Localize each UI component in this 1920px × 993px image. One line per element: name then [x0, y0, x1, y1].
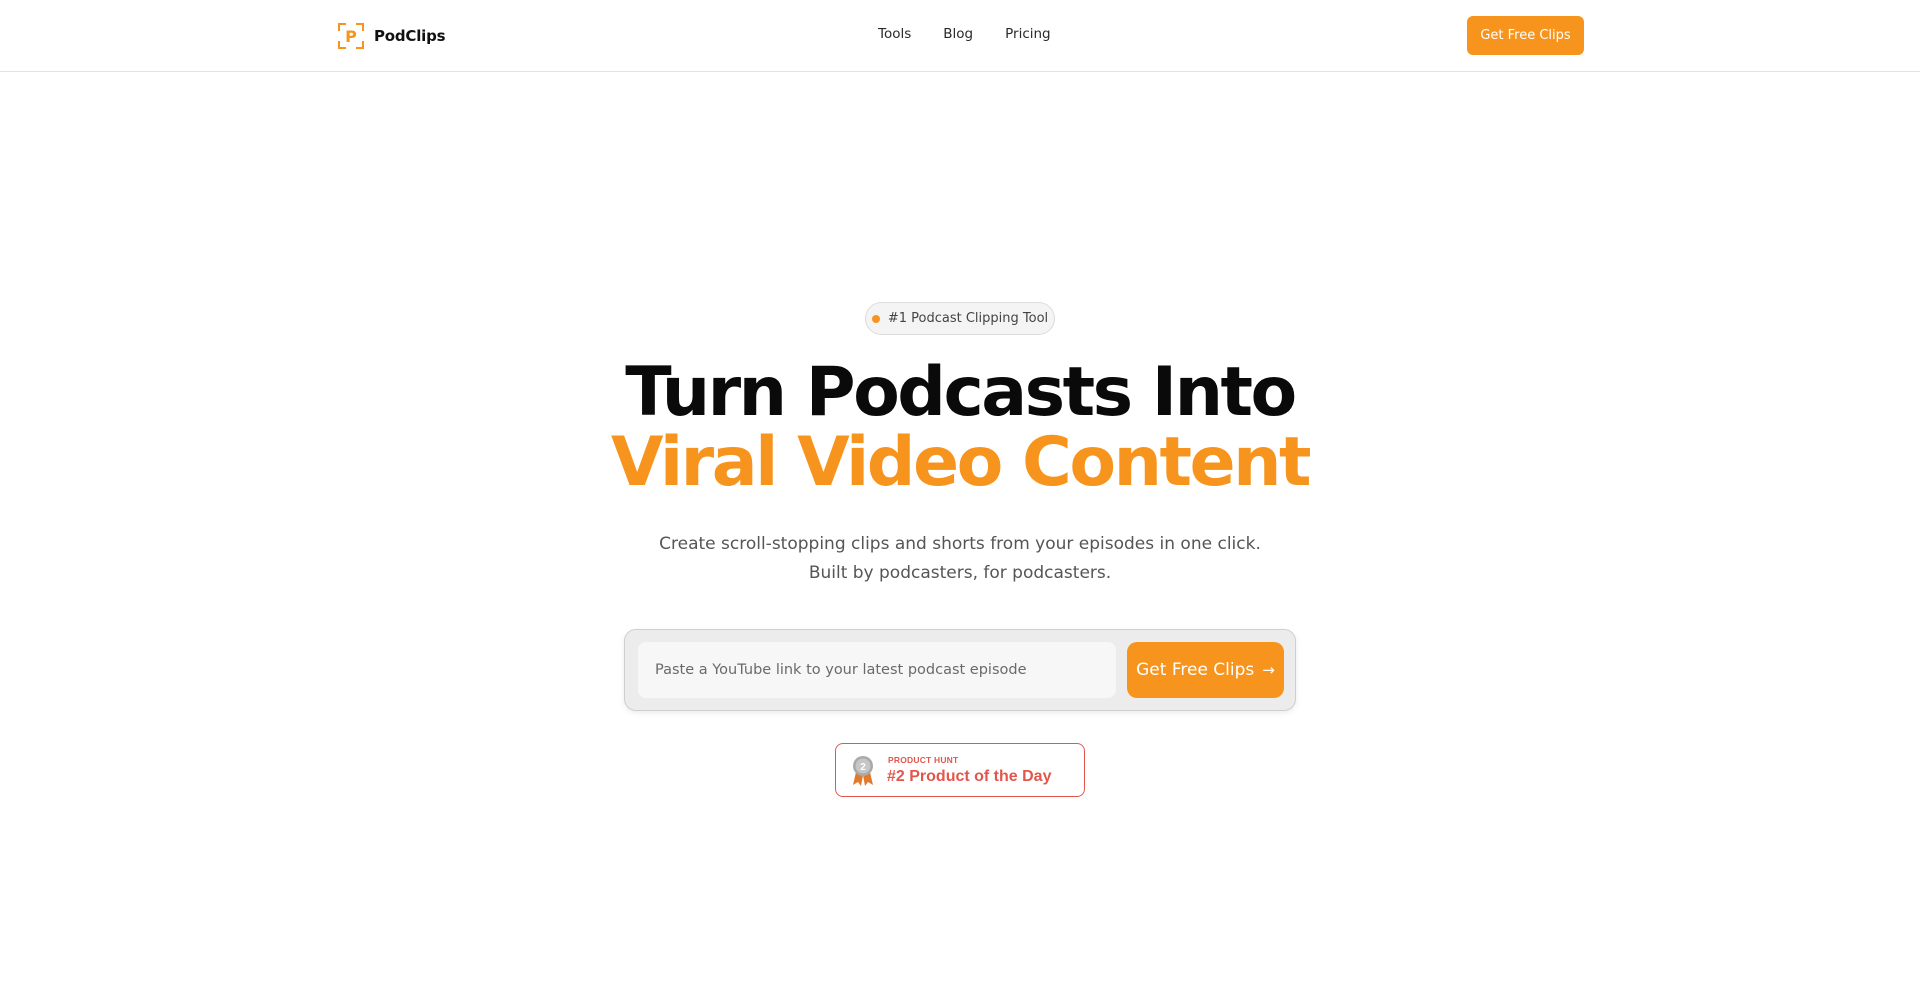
svg-text:2: 2 — [860, 762, 866, 773]
submit-button-label: Get Free Clips — [1136, 660, 1255, 680]
youtube-link-input[interactable] — [638, 642, 1116, 698]
product-hunt-label: PRODUCT HUNT — [888, 755, 959, 765]
get-free-clips-submit-button[interactable]: Get Free Clips → — [1127, 642, 1284, 698]
arrow-right-icon: → — [1262, 660, 1275, 679]
badge-dot-icon — [871, 314, 880, 323]
header-get-free-clips-button[interactable]: Get Free Clips — [1467, 16, 1584, 55]
svg-text:P: P — [345, 27, 357, 46]
brand-name: PodClips — [374, 27, 446, 45]
nav-link-blog[interactable]: Blog — [943, 26, 973, 42]
headline-line-2: Viral Video Content — [610, 423, 1312, 502]
product-of-day-label: #2 Product of the Day — [887, 768, 1052, 785]
site-header: P PodClips Tools Blog Pricing Get Free C… — [0, 0, 1920, 72]
product-hunt-badge[interactable]: 2 PRODUCT HUNT #2 Product of the Day — [835, 743, 1085, 797]
nav-link-pricing[interactable]: Pricing — [1005, 26, 1051, 42]
tool-badge: #1 Podcast Clipping Tool — [865, 302, 1055, 335]
podclips-logo-icon: P — [337, 22, 365, 50]
headline-line-1: Turn Podcasts Into — [625, 353, 1297, 432]
nav-link-tools[interactable]: Tools — [878, 26, 911, 42]
badge-text: #1 Podcast Clipping Tool — [887, 311, 1049, 326]
silver-medal-icon: 2 — [851, 755, 875, 787]
main-nav: Tools Blog Pricing — [878, 26, 1051, 42]
subtext-line-1: Create scroll-stopping clips and shorts … — [659, 534, 1261, 554]
youtube-link-form: Get Free Clips → — [624, 629, 1296, 711]
subtext-line-2: Built by podcasters, for podcasters. — [808, 563, 1112, 583]
brand-logo[interactable]: P PodClips — [337, 22, 446, 50]
